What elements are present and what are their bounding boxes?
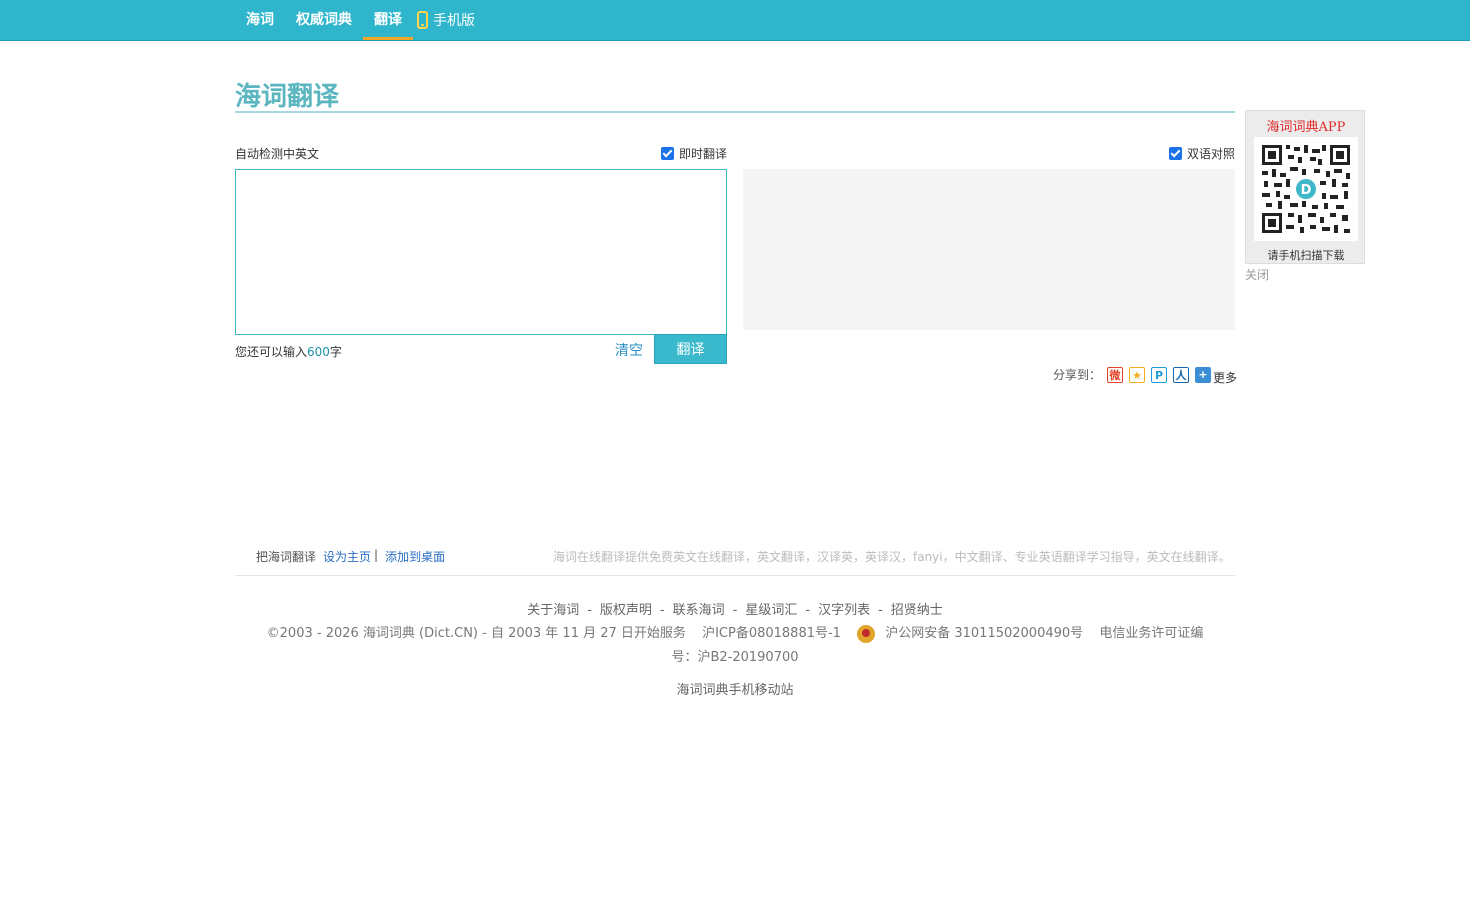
svg-text:D: D (1301, 183, 1312, 198)
bookmark-bar: 把海词翻译 设为主页 | 添加到桌面 (256, 548, 445, 565)
main-nav: 海词 权威词典 翻译 手机版 (235, 0, 475, 40)
nav-item-translate[interactable]: 翻译 (363, 0, 413, 40)
share-label: 分享到： (1053, 368, 1102, 382)
qr-caption: 请手机扫描下载 (1267, 249, 1345, 262)
checkbox-checked-icon (1169, 147, 1182, 160)
copyright-block: ©2003 - 2026 海词词典 (Dict.CN) - 自 2003 年 1… (255, 622, 1215, 670)
weibo-icon[interactable]: 微 (1107, 366, 1124, 383)
footer-divider (235, 575, 1235, 576)
tencent-weibo-icon[interactable]: P (1151, 366, 1168, 383)
footer-links: 关于海词 - 版权声明 - 联系海词 - 星级词汇 - 汉字列表 - 招贤纳士 (0, 599, 1470, 618)
site-description: 海词在线翻译提供免费英文在线翻译，英文翻译，汉译英，英译汉，fanyi，中文翻译… (553, 550, 1231, 564)
footer-link-star-words[interactable]: 星级词汇 (745, 603, 797, 618)
footer-sep: - (878, 603, 883, 618)
qr-code-image: D (1254, 137, 1358, 241)
qr-title: 海词词典APP (1266, 120, 1346, 135)
footer-sep: - (587, 603, 592, 618)
remaining-prefix: 您还可以输入 (235, 345, 308, 359)
bilingual-checkbox[interactable]: 双语对照 (1169, 145, 1235, 162)
page-logo: 海词翻译 (235, 82, 340, 112)
remaining-suffix: 字 (329, 345, 342, 359)
qzone-icon[interactable]: ★ (1129, 366, 1146, 383)
top-navbar: 海词 权威词典 翻译 手机版 (0, 0, 1470, 41)
instant-translate-checkbox[interactable]: 即时翻译 (661, 145, 727, 162)
bookmark-separator: | (374, 548, 379, 562)
copyright-text: ©2003 - 2026 海词词典 (Dict.CN) - 自 2003 年 1… (266, 626, 686, 641)
add-to-desktop-link[interactable]: 添加到桌面 (385, 548, 445, 565)
auto-detect-label: 自动检测中英文 (235, 147, 320, 161)
police-badge-icon (857, 624, 876, 643)
more-share-icon[interactable]: + (1195, 366, 1212, 383)
logo-divider (235, 111, 1235, 113)
nav-item-haici[interactable]: 海词 (235, 0, 285, 40)
translate-button[interactable]: 翻译 (654, 334, 727, 364)
bookmark-prefix: 把海词翻译 (256, 550, 317, 564)
footer-link-about[interactable]: 关于海词 (527, 603, 579, 618)
remaining-chars: 您还可以输入600字 (235, 343, 342, 360)
remaining-count: 600 (307, 345, 330, 359)
instant-translate-label: 即时翻译 (679, 147, 728, 161)
set-homepage-link[interactable]: 设为主页 (323, 548, 371, 565)
mobile-site-link[interactable]: 海词词典手机移动站 (0, 679, 1470, 698)
source-text-input[interactable] (236, 170, 726, 334)
clear-button[interactable]: 清空 (615, 340, 643, 360)
footer-link-copyright[interactable]: 版权声明 (600, 603, 652, 618)
qr-close-link[interactable]: 关闭 (1245, 266, 1269, 283)
share-bar: 分享到： 微 ★ P 人 + 更多 (1053, 363, 1237, 386)
bilingual-label: 双语对照 (1187, 147, 1236, 161)
translation-result-box (743, 169, 1235, 330)
footer-sep: - (805, 603, 811, 618)
footer-link-hanzi-list[interactable]: 汉字列表 (818, 603, 870, 618)
app-qr-panel: 海词词典APP D 请手机扫描下载 (1245, 110, 1365, 264)
renren-icon[interactable]: 人 (1173, 366, 1190, 383)
checkbox-checked-icon (661, 147, 674, 160)
phone-icon (417, 11, 428, 29)
icp-link[interactable]: 沪ICP备08018881号-1 (702, 626, 841, 641)
footer-link-contact[interactable]: 联系海词 (673, 603, 725, 618)
share-more-link[interactable]: 更多 (1213, 369, 1237, 386)
footer-link-jobs[interactable]: 招贤纳士 (891, 603, 943, 618)
nav-item-mobile[interactable]: 手机版 (417, 10, 475, 30)
nav-mobile-label: 手机版 (433, 13, 475, 29)
footer-sep: - (659, 603, 665, 618)
nav-item-authoritative-dict[interactable]: 权威词典 (285, 0, 363, 40)
footer-sep: - (732, 603, 738, 618)
police-record-link[interactable]: 沪公网安备 31011502000490号 (885, 626, 1083, 641)
source-text-box (235, 169, 727, 335)
